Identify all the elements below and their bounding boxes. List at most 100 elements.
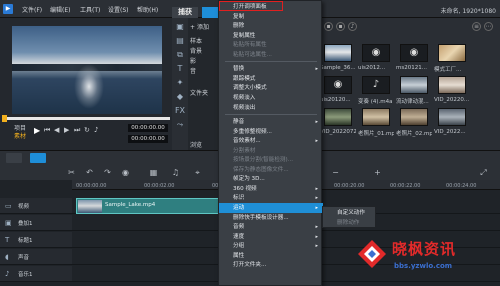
play-icon[interactable]: ▶ xyxy=(34,126,40,135)
thumb-vid-1[interactable] xyxy=(438,76,466,94)
track-label: 音乐1 xyxy=(18,272,33,278)
menu-help[interactable]: 帮助(H) xyxy=(137,5,158,14)
track-header-voice[interactable]: ◖ 声音 xyxy=(0,249,72,265)
thumb-audio-3[interactable]: ◉ xyxy=(324,76,352,94)
submenu-item-remove-motion[interactable]: 删除动作 xyxy=(323,218,377,228)
sort-button[interactable]: ≡ xyxy=(472,22,481,31)
track-label: 标题1 xyxy=(18,238,33,244)
transition-icon[interactable]: ⧉ xyxy=(174,50,186,60)
preview-sun-reflection xyxy=(74,64,104,109)
track-header-overlay[interactable]: ▣ 叠加1 xyxy=(0,215,72,231)
timecode-a[interactable]: 00:00:00.00 xyxy=(128,124,168,132)
context-menu-item-5[interactable]: 粘贴可选属性... xyxy=(219,50,323,60)
thumb-audio-4[interactable]: ♪ xyxy=(362,76,390,94)
add-icon: + xyxy=(190,24,197,31)
video-preview[interactable] xyxy=(12,26,162,114)
tree-item-samples[interactable]: 样本 xyxy=(190,36,202,45)
ruler-tick: 00:00:22.00 xyxy=(390,183,421,189)
thumb-label: 老照片_01.mp4 xyxy=(358,131,394,137)
context-menu-item-28[interactable]: 打开文件夹... xyxy=(219,260,323,270)
add-button[interactable]: + 添加 xyxy=(190,22,209,31)
thumb-old-photo-2[interactable] xyxy=(400,108,428,126)
context-menu-item-label: 删除快手模板设计器... xyxy=(233,214,289,221)
media-icon[interactable]: ▣ xyxy=(174,22,186,32)
tab-capture[interactable]: 捕获 xyxy=(172,7,198,18)
video-track-icon: ▭ xyxy=(5,202,12,210)
tree-item-folder[interactable]: 文件夹 xyxy=(190,88,208,97)
record-icon[interactable]: ◉ xyxy=(120,167,131,178)
track-header-video[interactable]: ▭ 视频 xyxy=(0,198,72,214)
fast-forward-icon[interactable]: ⏭ xyxy=(74,126,80,135)
scrub-bar[interactable] xyxy=(2,117,170,120)
context-menu-item-label: 粘贴可选属性... xyxy=(233,51,272,58)
step-back-icon[interactable]: ◀ xyxy=(54,126,59,134)
thumb-audio-1[interactable]: ◉ xyxy=(362,44,390,62)
fx-icon[interactable]: FX xyxy=(174,106,186,116)
auto-music-icon[interactable]: ♫ xyxy=(170,167,181,178)
thumb-vid-2[interactable] xyxy=(324,108,352,126)
context-menu-item-label: 替换 xyxy=(233,66,245,73)
thumb-label: uis2012... xyxy=(358,65,386,71)
title-icon[interactable]: T xyxy=(174,64,186,74)
ruler-tick: 00:00:20.00 xyxy=(334,183,365,189)
zoom-in-icon[interactable]: + xyxy=(372,167,383,178)
volume-icon[interactable]: ♪ xyxy=(94,126,98,134)
context-menu-item-label: 粘贴所有属性 xyxy=(233,42,267,49)
fit-project-icon[interactable]: ⤢ xyxy=(478,167,489,178)
repeat-icon[interactable]: ↻ xyxy=(84,126,90,134)
timeline-view-button[interactable] xyxy=(30,153,46,163)
browse-button[interactable]: 浏览 xyxy=(190,140,202,149)
view-options-button[interactable]: ⋯ xyxy=(484,22,493,31)
filter-icon[interactable]: ✦ xyxy=(174,78,186,88)
rewind-icon[interactable]: ⏮ xyxy=(44,126,50,135)
filter-image-button[interactable]: ▪ xyxy=(336,22,345,31)
filter-video-button[interactable]: ▪ xyxy=(324,22,333,31)
instant-project-icon[interactable]: ▤ xyxy=(174,36,186,46)
track-header-music[interactable]: ♪ 音乐1 xyxy=(0,266,72,282)
submenu-item-custom-motion[interactable]: 自定义动作 xyxy=(323,208,377,218)
context-menu-item-label: 跟踪模式 xyxy=(233,75,256,82)
filter-audio-button[interactable]: ♪ xyxy=(348,22,357,31)
timecode-b[interactable]: 00:00:00.00 xyxy=(128,135,168,143)
menu-file[interactable]: 文件(F) xyxy=(22,5,42,14)
menu-tools[interactable]: 工具(T) xyxy=(80,5,100,14)
thumb-audio-2[interactable]: ◉ xyxy=(400,44,428,62)
thumb-label: 老照片_02.mp4 xyxy=(396,131,432,137)
player-panel: 项目 素材 ▶ ⏮ ◀ ▶ ⏭ ↻ ♪ 00:00:00.00 00:00:00… xyxy=(0,18,172,150)
thumb-vid-3[interactable] xyxy=(438,108,466,126)
motion-submenu: 自定义动作 删除动作 xyxy=(322,206,376,228)
motion-icon[interactable]: ⤳ xyxy=(174,120,186,130)
context-menu-item-label: 分组 xyxy=(233,243,245,250)
tab-edit[interactable] xyxy=(202,7,218,18)
scissors-icon[interactable]: ✂ xyxy=(66,167,77,178)
tree-item-background[interactable]: 背景 xyxy=(190,46,202,55)
menu-edit[interactable]: 编辑(E) xyxy=(50,5,70,14)
context-menu: 打开调项面板 复制 删除 复制属性 粘贴所有属性 粘贴可选属性... 替换 ▸ 跟踪模式 调整大小… xyxy=(218,0,323,286)
thumb-flow[interactable] xyxy=(400,76,428,94)
context-menu-item-11[interactable]: 视频淡出 xyxy=(219,103,323,113)
menu-settings[interactable]: 设置(S) xyxy=(108,5,129,14)
thumb-sample-lake[interactable] xyxy=(324,44,352,62)
scrub-handle[interactable] xyxy=(2,115,7,122)
context-menu-item-label: 视频淡入 xyxy=(233,94,256,101)
redo-icon[interactable]: ↷ xyxy=(102,167,113,178)
mixer-icon[interactable]: ▦ xyxy=(148,167,159,178)
tree-item-video[interactable]: 影 xyxy=(190,56,196,65)
storyboard-view-button[interactable] xyxy=(6,153,22,163)
graphics-icon[interactable]: ◆ xyxy=(174,92,186,102)
tree-item-audio[interactable]: 音 xyxy=(190,66,196,75)
undo-icon[interactable]: ↶ xyxy=(84,167,95,178)
track-header-title[interactable]: T 标题1 xyxy=(0,232,72,248)
track-label: 声音 xyxy=(18,255,30,261)
thumb-pattern[interactable] xyxy=(438,44,466,62)
thumb-old-photo-1[interactable] xyxy=(362,108,390,126)
step-forward-icon[interactable]: ▶ xyxy=(64,126,69,134)
timeline-clip[interactable]: Sample_Lake.mp4 xyxy=(76,198,234,214)
clip-mode-label[interactable]: 素材 xyxy=(14,131,26,140)
track-label: 叠加1 xyxy=(18,221,33,227)
clip-thumbnail xyxy=(78,200,102,213)
zoom-out-icon[interactable]: − xyxy=(330,167,341,178)
motion-track-icon[interactable]: ⌖ xyxy=(192,167,203,178)
context-menu-item-label: 帧定为 3D... xyxy=(233,176,265,183)
thumb-label: VID_2022072... xyxy=(320,129,356,135)
